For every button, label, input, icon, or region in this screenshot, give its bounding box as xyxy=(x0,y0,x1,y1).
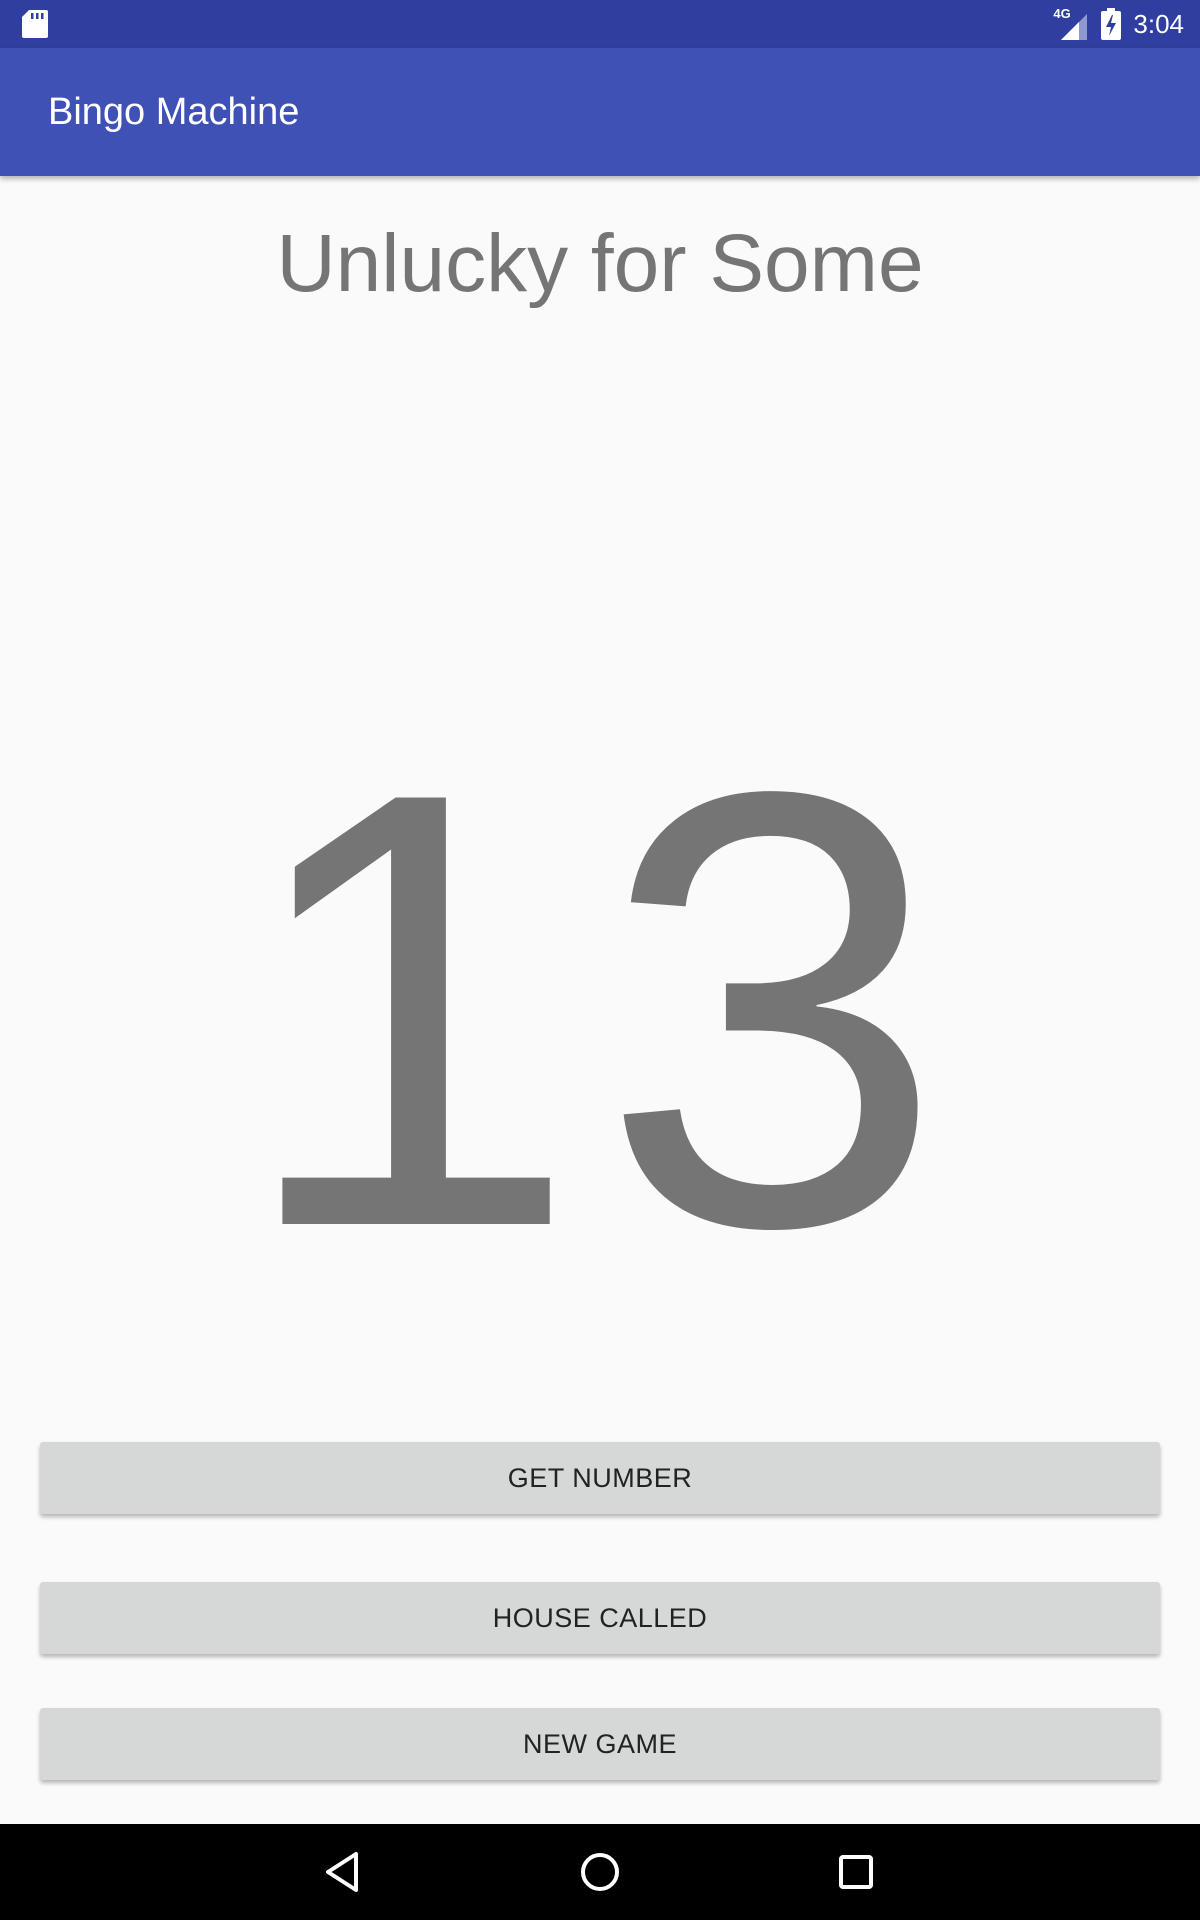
call-phrase: Unlucky for Some xyxy=(276,218,924,309)
home-icon[interactable] xyxy=(570,1842,630,1902)
house-called-button[interactable]: HOUSE CALLED xyxy=(40,1582,1160,1654)
status-icons: 4G 3:04 xyxy=(1053,0,1184,48)
status-bar: 4G 3:04 xyxy=(0,0,1200,48)
app-bar: Bingo Machine xyxy=(0,48,1200,176)
called-number: 13 xyxy=(235,664,965,1356)
signal-icon: 4G xyxy=(1053,6,1089,40)
battery-charging-icon xyxy=(1101,8,1122,40)
new-game-button[interactable]: NEW GAME xyxy=(40,1708,1160,1780)
screen: 4G 3:04 Bingo Machine Unlucky for Some 1… xyxy=(0,0,1200,1920)
status-time: 3:04 xyxy=(1133,8,1184,39)
sd-card-icon xyxy=(22,10,48,38)
navigation-bar xyxy=(0,1824,1200,1920)
get-number-button[interactable]: GET NUMBER xyxy=(40,1442,1160,1514)
recent-apps-icon[interactable] xyxy=(826,1842,886,1902)
app-title: Bingo Machine xyxy=(48,91,300,133)
back-icon[interactable] xyxy=(314,1842,374,1902)
